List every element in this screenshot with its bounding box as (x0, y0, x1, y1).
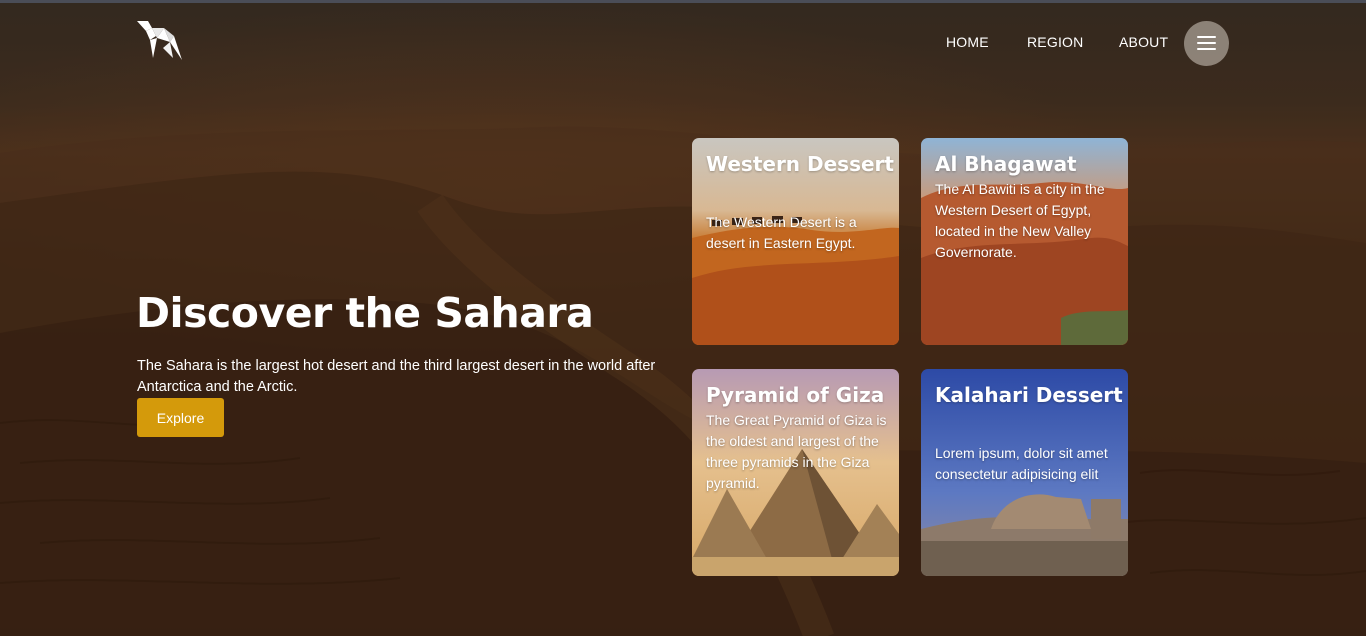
hero-title: Discover the Sahara (136, 289, 594, 337)
card-title: Western Dessert (706, 152, 894, 176)
hamburger-menu-icon[interactable] (1184, 21, 1229, 66)
origami-bird-logo[interactable] (136, 18, 184, 62)
card-western-dessert[interactable]: Western Dessert The Western Desert is a … (692, 138, 899, 345)
nav-link-home[interactable]: HOME (946, 34, 989, 50)
hamburger-line (1197, 42, 1216, 44)
card-text: The Al Bawiti is a city in the Western D… (935, 181, 1105, 260)
explore-button[interactable]: Explore (137, 398, 224, 437)
landing-page: HOME REGION ABOUT Discover the Sahara Th… (0, 0, 1366, 636)
card-text: The Western Desert is a desert in Easter… (706, 214, 857, 251)
top-navigation: HOME REGION ABOUT (0, 3, 1366, 83)
hamburger-line (1197, 36, 1216, 38)
card-al-bhagawat[interactable]: Al Bhagawat The Al Bawiti is a city in t… (921, 138, 1128, 345)
card-title: Kalahari Dessert (935, 383, 1123, 407)
hero-description: The Sahara is the largest hot desert and… (137, 358, 656, 395)
card-text: Lorem ipsum, dolor sit amet consectetur … (935, 445, 1108, 482)
card-text: The Great Pyramid of Giza is the oldest … (706, 412, 887, 491)
card-kalahari-dessert[interactable]: Kalahari Dessert Lorem ipsum, dolor sit … (921, 369, 1128, 576)
card-pyramid-of-giza[interactable]: Pyramid of Giza The Great Pyramid of Giz… (692, 369, 899, 576)
nav-link-about[interactable]: ABOUT (1119, 34, 1168, 50)
hamburger-line (1197, 48, 1216, 50)
card-title: Pyramid of Giza (706, 383, 885, 407)
nav-link-region[interactable]: REGION (1027, 34, 1083, 50)
card-title: Al Bhagawat (935, 152, 1077, 176)
